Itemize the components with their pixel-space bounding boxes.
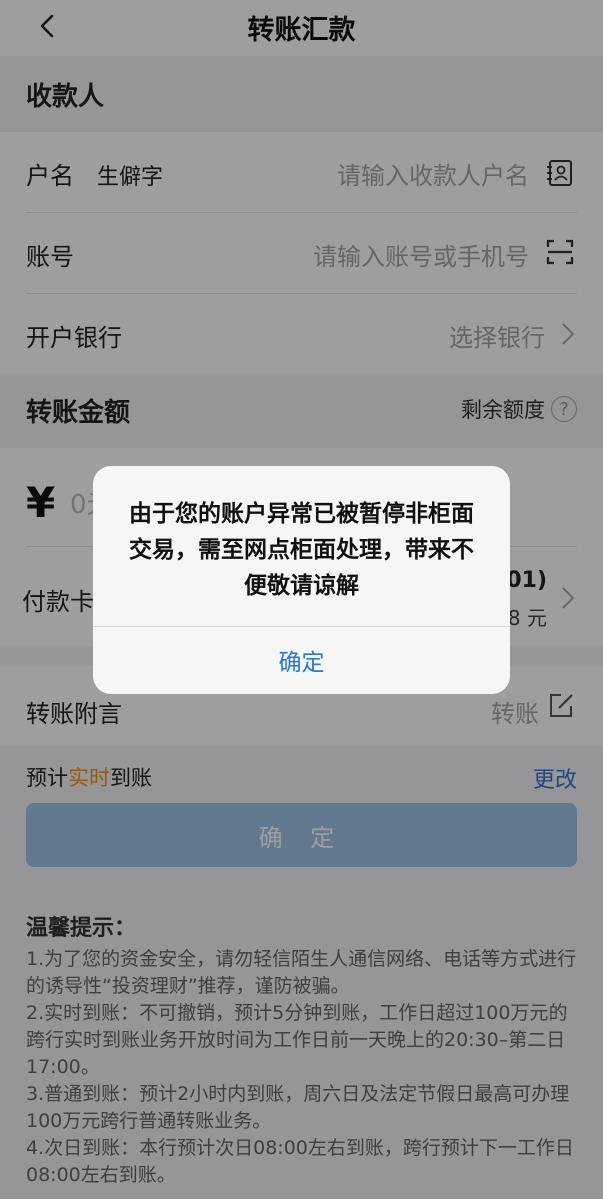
dialog-ok-button[interactable]: 确定 [93, 626, 510, 694]
alert-dialog: 由于您的账户异常已被暂停非柜面交易，需至网点柜面处理，带来不便敬请谅解 确定 [93, 466, 510, 694]
transfer-page: 转账汇款 收款人 户名 生僻字 请输入收款人户名 账号 请输入账号或手机号 开户… [0, 0, 603, 1199]
dialog-message: 由于您的账户异常已被暂停非柜面交易，需至网点柜面处理，带来不便敬请谅解 [129, 501, 474, 599]
